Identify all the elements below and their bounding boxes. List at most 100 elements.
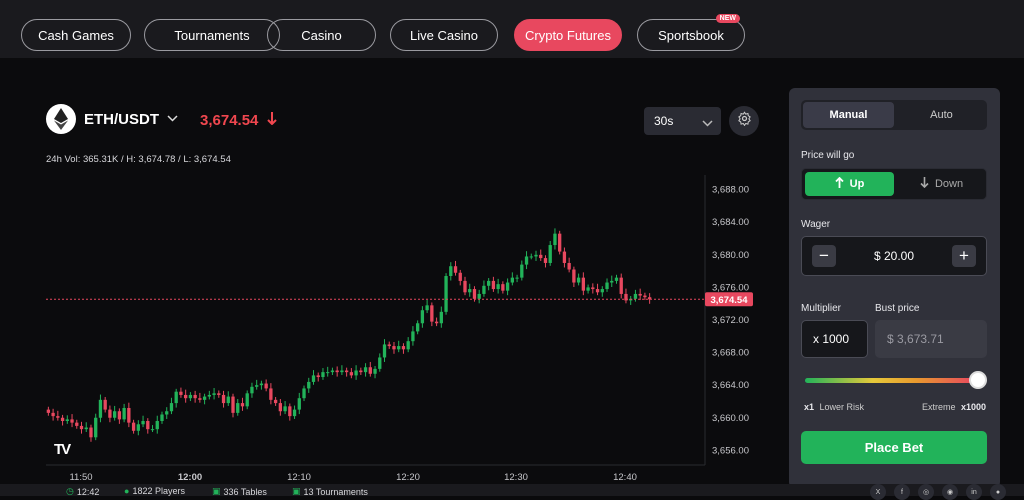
candle-body	[434, 321, 439, 324]
candle-body	[543, 258, 548, 263]
candle-body	[411, 331, 415, 342]
risk-slider-track[interactable]	[805, 378, 975, 383]
place-bet-label: Place Bet	[864, 440, 924, 455]
candle-body	[529, 256, 533, 258]
candle-body	[75, 422, 79, 426]
candle-body	[610, 280, 614, 283]
candle-body	[567, 262, 571, 270]
risk-min: x1 Lower Risk	[804, 402, 864, 412]
candle-body	[344, 370, 349, 373]
candle-body	[548, 245, 552, 263]
candle-body	[198, 398, 202, 400]
x-tick-label: 12:30	[504, 472, 528, 483]
candle-body	[600, 289, 604, 293]
candle-body	[505, 282, 510, 291]
reddit-icon[interactable]: ●	[990, 484, 1006, 500]
candle-body	[89, 427, 93, 438]
candle-body	[307, 381, 311, 389]
x-icon[interactable]: X	[870, 484, 886, 500]
candle-body	[363, 367, 368, 373]
risk-min-value: x1	[804, 402, 815, 412]
user-icon: ●	[124, 486, 130, 496]
direction-toggle: Up Down	[801, 168, 987, 200]
mode-label: Auto	[930, 109, 953, 121]
bet-panel: Manual Auto Price will go Up Down Wager …	[789, 88, 1000, 488]
candle-body	[169, 403, 174, 412]
candle-body	[510, 277, 514, 283]
x-tick-label: 11:50	[69, 472, 92, 483]
price-chart[interactable]: 3,688.00 3,684.00 3,680.00 3,676.00 3,672.00…	[0, 0, 780, 484]
candle-body	[221, 394, 226, 404]
candle-body	[136, 424, 140, 431]
candle-body	[591, 287, 595, 290]
current-price-label: 3,674.54	[711, 295, 749, 306]
mode-label: Manual	[829, 109, 868, 121]
arrow-up-icon	[835, 176, 844, 191]
candle-body	[406, 341, 410, 350]
y-tick-label: 3,660.00	[712, 413, 749, 424]
risk-max: Extreme x1000	[922, 402, 986, 412]
candle-body	[245, 393, 249, 407]
y-tick-label: 3,672.00	[712, 315, 749, 326]
up-button[interactable]: Up	[805, 172, 894, 196]
arrow-down-icon	[920, 177, 929, 191]
candle-body	[562, 251, 567, 263]
mode-toggle: Manual Auto	[801, 100, 987, 130]
candle-body	[297, 398, 301, 410]
place-bet-button[interactable]: Place Bet	[801, 431, 987, 464]
candle-body	[373, 368, 377, 374]
candle-body	[46, 409, 51, 413]
down-button[interactable]: Down	[897, 169, 986, 199]
candle-body	[633, 293, 638, 299]
clock-time: 12:42	[76, 486, 100, 497]
candle-body	[378, 357, 382, 369]
candle-body	[207, 394, 211, 397]
clock-icon: ◷	[66, 486, 74, 496]
candle-body	[487, 280, 491, 286]
candle-body	[340, 370, 344, 373]
candle-body	[430, 305, 434, 322]
candle-body	[264, 383, 268, 389]
candle-body	[184, 394, 188, 399]
wager-input[interactable]: − $ 20.00 +	[801, 236, 987, 276]
candle-body	[539, 254, 543, 259]
candle-body	[458, 272, 462, 281]
mode-manual-tab[interactable]: Manual	[803, 102, 894, 128]
candle-body	[165, 411, 169, 415]
candle-body	[524, 256, 529, 265]
candle-body	[65, 419, 69, 422]
candle-body	[359, 370, 363, 373]
candle-body	[259, 383, 264, 386]
y-tick-label: 3,676.00	[712, 282, 749, 293]
candle-body	[250, 386, 254, 394]
candle-body	[112, 411, 117, 418]
candle-body	[146, 421, 150, 430]
trophy-icon: ▣	[292, 486, 301, 496]
multiplier-label: Multiplier	[801, 303, 842, 314]
tables-text: 336 Tables	[223, 486, 267, 497]
candle-body	[273, 399, 278, 404]
facebook-icon[interactable]: f	[894, 484, 910, 500]
discord-icon[interactable]: ◉	[942, 484, 958, 500]
multiplier-input[interactable]: x 1000	[801, 320, 868, 358]
increase-wager-button[interactable]: +	[952, 245, 976, 267]
risk-slider-handle[interactable]	[969, 371, 987, 389]
candle-body	[619, 277, 623, 294]
candle-body	[496, 284, 500, 290]
candle-body	[643, 295, 647, 298]
candle-body	[160, 414, 164, 422]
tournaments-count: ▣ 13 Tournaments	[292, 486, 368, 497]
candle-body	[231, 396, 235, 413]
candle-body	[482, 285, 486, 294]
tradingview-logo: TV	[54, 441, 71, 458]
mode-auto-tab[interactable]: Auto	[896, 100, 987, 130]
instagram-icon[interactable]: ◎	[918, 484, 934, 500]
up-label: Up	[849, 178, 865, 190]
tournaments-text: 13 Tournaments	[303, 486, 368, 497]
candle-body	[255, 385, 259, 387]
candle-body	[108, 409, 112, 418]
candle-body	[534, 254, 538, 257]
linkedin-icon[interactable]: in	[966, 484, 982, 500]
y-tick-label: 3,668.00	[712, 348, 749, 359]
candle-body	[401, 346, 406, 350]
